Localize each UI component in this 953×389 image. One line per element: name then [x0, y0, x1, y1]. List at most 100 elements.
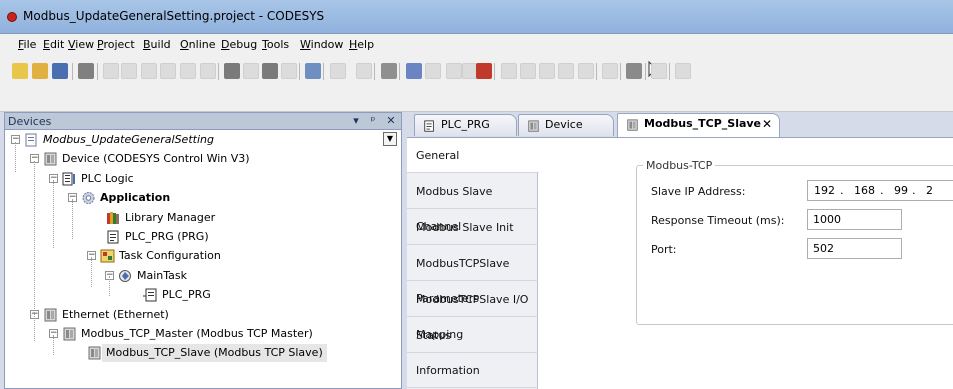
side-tab-modbus-slave-init[interactable]: Modbus Slave Init	[407, 210, 538, 245]
application-gear-icon	[81, 191, 96, 205]
watch-icon[interactable]	[651, 63, 667, 79]
print-icon[interactable]	[78, 63, 94, 79]
tree-node[interactable]: − PLC Logic	[5, 170, 400, 188]
response-timeout-input[interactable]: 1000	[807, 209, 902, 230]
chart-icon[interactable]	[626, 63, 642, 79]
tree-node-label: Ethernet (Ethernet)	[62, 307, 169, 321]
side-tab-modbus-slave-channel[interactable]: Modbus Slave Channel	[407, 174, 538, 233]
open-folder-icon[interactable]	[32, 63, 48, 79]
paste-icon[interactable]	[180, 63, 196, 79]
tree-node[interactable]: − Ethernet (Ethernet)	[5, 306, 400, 324]
bookmark-icon[interactable]	[578, 63, 594, 79]
tree-node-label: Modbus_UpdateGeneralSetting	[43, 133, 214, 146]
tree-node[interactable]: Library Manager	[5, 209, 400, 227]
tree-connector-line	[53, 335, 54, 355]
new-file-icon[interactable]	[12, 63, 28, 79]
tab-close-icon[interactable]: ✕	[762, 114, 772, 134]
build-icon[interactable]	[476, 63, 492, 79]
menu-build[interactable]: Build	[143, 38, 171, 51]
menu-label-rest: ebug	[229, 38, 258, 51]
logout-icon[interactable]	[425, 63, 441, 79]
tree-node[interactable]: − MainTask	[5, 267, 400, 285]
login-icon[interactable]	[406, 63, 422, 79]
side-tab-status[interactable]: Status	[407, 318, 538, 353]
toolbar-separator	[97, 63, 98, 80]
menu-mnemonic: O	[180, 38, 189, 51]
menu-file[interactable]: File	[18, 38, 36, 51]
ip-octet-3[interactable]: 99	[894, 184, 908, 197]
tree-node-label: Device (CODESYS Control Win V3)	[62, 152, 250, 166]
outdent-icon[interactable]	[520, 63, 536, 79]
menu-debug[interactable]: Debug	[221, 38, 257, 51]
ip-dot: .	[912, 184, 916, 197]
title-bar: Modbus_UpdateGeneralSetting.project - CO…	[0, 0, 953, 34]
tab-device[interactable]: Device	[518, 114, 614, 136]
menu-tools[interactable]: Tools	[262, 38, 289, 51]
menu-help[interactable]: Help	[349, 38, 374, 51]
select-all-icon[interactable]	[305, 63, 321, 79]
tab-label: Modbus_TCP_Slave	[644, 117, 762, 130]
tab-modbus-tcp-slave[interactable]: Modbus_TCP_Slave ✕	[617, 113, 780, 137]
undo-icon[interactable]	[103, 63, 119, 79]
slave-ip-input[interactable]: 192 . 168 . 99 . 2	[807, 180, 953, 201]
step-icon[interactable]	[602, 63, 618, 79]
menu-label-rest: elp	[357, 38, 375, 51]
side-tab-general[interactable]: General	[407, 138, 539, 173]
tree-node[interactable]: − Device (CODESYS Control Win V3)	[5, 150, 400, 168]
copy-icon[interactable]	[160, 63, 176, 79]
editor-area: PLC_PRG Device Modbus_TCP_Slave ✕ General Mo…	[406, 112, 953, 389]
tree-node[interactable]: − Modbus_TCP_Master (Modbus TCP Master)	[5, 325, 400, 343]
find-prev-icon[interactable]	[262, 63, 278, 79]
pin-icon[interactable]: ᵖ	[366, 114, 380, 127]
device-icon	[626, 118, 639, 131]
insert-object-icon[interactable]	[330, 63, 346, 79]
tree-node-label: Library Manager	[125, 210, 216, 224]
side-tab-information[interactable]: Information	[407, 353, 538, 389]
uncomment-icon[interactable]	[558, 63, 574, 79]
ip-octet-2[interactable]: 168	[854, 184, 875, 197]
redo-icon[interactable]	[121, 63, 137, 79]
response-timeout-label: Response Timeout (ms):	[651, 214, 785, 227]
menu-view[interactable]: View	[68, 38, 94, 51]
delete-icon[interactable]	[200, 63, 216, 79]
find-icon[interactable]	[224, 63, 240, 79]
breakpoint-icon[interactable]	[675, 63, 691, 79]
calculator-icon[interactable]	[381, 63, 397, 79]
save-icon[interactable]	[52, 63, 68, 79]
toolbar-separator	[323, 63, 324, 80]
ip-dot: .	[840, 184, 844, 197]
tree-node[interactable]: Modbus_TCP_Slave (Modbus TCP Slave)	[5, 344, 400, 363]
tree-node[interactable]: − Modbus_UpdateGeneralSetting	[5, 131, 400, 149]
menu-mnemonic: W	[300, 38, 311, 51]
add-pou-icon[interactable]	[356, 63, 372, 79]
tree-node-label: MainTask	[137, 268, 187, 282]
tab-plc-prg[interactable]: PLC_PRG	[414, 114, 517, 136]
device-icon	[87, 346, 102, 360]
tree-node[interactable]: PLC_PRG (PRG)	[5, 228, 400, 246]
side-tab-modbustcpslave-parameters[interactable]: ModbusTCPSlave Parameters	[407, 246, 538, 305]
tree-node[interactable]: − Task Configuration	[5, 247, 400, 265]
panel-close-icon[interactable]: ✕	[384, 114, 398, 127]
replace-icon[interactable]	[281, 63, 297, 79]
cut-icon[interactable]	[141, 63, 157, 79]
menu-edit[interactable]: Edit	[43, 38, 64, 51]
tree-node[interactable]: PLC_PRG	[5, 286, 400, 304]
start-icon[interactable]	[446, 63, 462, 79]
side-tab-modbustcpslave-i-o-mapping[interactable]: ModbusTCPSlave I/O Mapping	[407, 282, 538, 341]
menu-label-rest: ools	[266, 38, 290, 51]
menu-window[interactable]: Window	[300, 38, 343, 51]
find-next-icon[interactable]	[243, 63, 259, 79]
ip-octet-1[interactable]: 192	[814, 184, 835, 197]
menu-label-rest: nline	[188, 38, 216, 51]
tree-node-label: Modbus_TCP_Slave (Modbus TCP Slave)	[102, 344, 327, 363]
port-input[interactable]: 502	[807, 238, 902, 259]
comment-icon[interactable]	[539, 63, 555, 79]
tab-label: PLC_PRG	[441, 118, 490, 131]
ip-octet-4[interactable]: 2	[926, 184, 933, 197]
toolbar-separator	[218, 63, 219, 80]
menu-project[interactable]: Project	[97, 38, 135, 51]
tree-node[interactable]: − Application	[5, 189, 400, 207]
menu-online[interactable]: Online	[180, 38, 216, 51]
indent-icon[interactable]	[501, 63, 517, 79]
panel-menu-icon[interactable]: ▾	[349, 114, 363, 127]
